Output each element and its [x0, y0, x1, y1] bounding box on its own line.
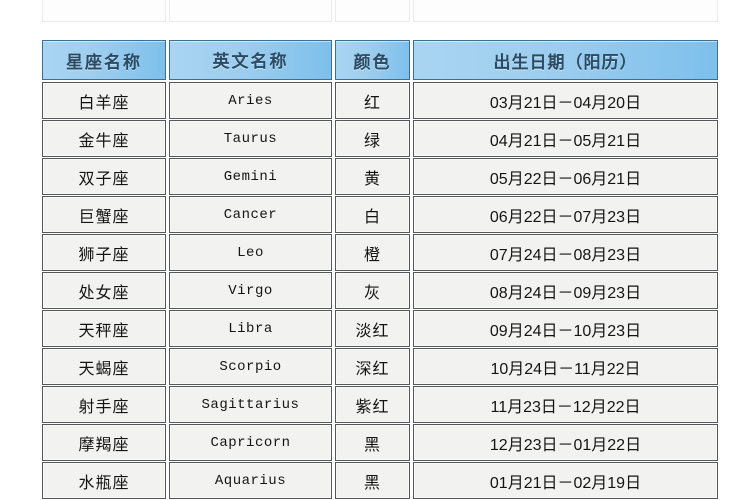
cell-english: Cancer	[169, 196, 332, 233]
cell-name: 处女座	[42, 272, 166, 309]
table-row: 水瓶座 Aquarius 黑 01月21日－02月19日	[42, 462, 718, 499]
cell-birthdate: 03月21日－04月20日	[413, 82, 718, 119]
cell-name: 双子座	[42, 158, 166, 195]
cell-english: Sagittarius	[169, 386, 332, 423]
zodiac-table: 星座名称 英文名称 颜色 出生日期（阳历） 白羊座 Aries 红 03月21日…	[42, 40, 718, 500]
cropped-row-artifact	[42, 0, 718, 22]
cell-birthdate: 10月24日－11月22日	[413, 348, 718, 385]
cell-english: Aries	[169, 82, 332, 119]
cell-color: 淡红	[335, 310, 410, 347]
cell-english: Taurus	[169, 120, 332, 157]
cell-english: Libra	[169, 310, 332, 347]
cell-birthdate: 07月24日－08月23日	[413, 234, 718, 271]
cell-name: 射手座	[42, 386, 166, 423]
cell-color: 白	[335, 196, 410, 233]
cell-birthdate: 09月24日－10月23日	[413, 310, 718, 347]
column-header-birthdate: 出生日期（阳历）	[413, 40, 718, 80]
cell-english: Scorpio	[169, 348, 332, 385]
table-row: 白羊座 Aries 红 03月21日－04月20日	[42, 82, 718, 119]
cell-name: 天秤座	[42, 310, 166, 347]
cell-color: 紫红	[335, 386, 410, 423]
table-row: 天蝎座 Scorpio 深红 10月24日－11月22日	[42, 348, 718, 385]
cell-english: Aquarius	[169, 462, 332, 499]
cell-birthdate: 12月23日－01月22日	[413, 424, 718, 461]
table-row: 射手座 Sagittarius 紫红 11月23日－12月22日	[42, 386, 718, 423]
cell-name: 白羊座	[42, 82, 166, 119]
cell-color: 绿	[335, 120, 410, 157]
table-row: 处女座 Virgo 灰 08月24日－09月23日	[42, 272, 718, 309]
ghost-cell-name	[42, 0, 166, 22]
ghost-cell-color	[335, 0, 410, 22]
table-row: 狮子座 Leo 橙 07月24日－08月23日	[42, 234, 718, 271]
cell-color: 灰	[335, 272, 410, 309]
table-row: 巨蟹座 Cancer 白 06月22日－07月23日	[42, 196, 718, 233]
column-header-name: 星座名称	[42, 40, 166, 80]
table-row: 双子座 Gemini 黄 05月22日－06月21日	[42, 158, 718, 195]
cell-color: 深红	[335, 348, 410, 385]
cell-english: Leo	[169, 234, 332, 271]
ghost-row	[42, 0, 718, 22]
cell-birthdate: 06月22日－07月23日	[413, 196, 718, 233]
cell-birthdate: 05月22日－06月21日	[413, 158, 718, 195]
table-header-row: 星座名称 英文名称 颜色 出生日期（阳历）	[42, 40, 718, 80]
cell-name: 水瓶座	[42, 462, 166, 499]
cell-color: 黄	[335, 158, 410, 195]
column-header-english: 英文名称	[169, 40, 332, 80]
cell-english: Virgo	[169, 272, 332, 309]
cell-birthdate: 04月21日－05月21日	[413, 120, 718, 157]
cell-name: 巨蟹座	[42, 196, 166, 233]
cell-english: Gemini	[169, 158, 332, 195]
cell-birthdate: 08月24日－09月23日	[413, 272, 718, 309]
cell-name: 金牛座	[42, 120, 166, 157]
cell-name: 摩羯座	[42, 424, 166, 461]
cell-color: 黑	[335, 462, 410, 499]
cell-color: 橙	[335, 234, 410, 271]
table-row: 天秤座 Libra 淡红 09月24日－10月23日	[42, 310, 718, 347]
cell-color: 红	[335, 82, 410, 119]
ghost-cell-english	[169, 0, 332, 22]
table-row: 摩羯座 Capricorn 黑 12月23日－01月22日	[42, 424, 718, 461]
cell-birthdate: 11月23日－12月22日	[413, 386, 718, 423]
cell-name: 天蝎座	[42, 348, 166, 385]
ghost-cell-date	[413, 0, 718, 22]
cell-color: 黑	[335, 424, 410, 461]
cell-birthdate: 01月21日－02月19日	[413, 462, 718, 499]
table-row: 金牛座 Taurus 绿 04月21日－05月21日	[42, 120, 718, 157]
column-header-color: 颜色	[335, 40, 410, 80]
cell-english: Capricorn	[169, 424, 332, 461]
cell-name: 狮子座	[42, 234, 166, 271]
